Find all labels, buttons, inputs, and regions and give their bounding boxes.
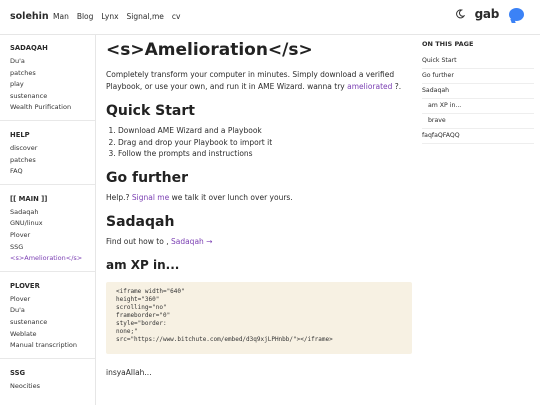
page-title: <s>Amelioration</s> (106, 40, 313, 60)
sidebar-section-main: [[ MAIN ]] Sadaqah GNU/linux Plover SSG … (0, 195, 95, 265)
nav-item-blog[interactable]: Blog (77, 12, 94, 21)
toc-title: ON THIS PAGE (422, 40, 474, 48)
steps-list: Download AME Wizard and a Playbook Drag … (106, 125, 412, 160)
list-item: Follow the prompts and instructions (118, 148, 412, 160)
sidebar-item-faq[interactable]: FAQ (10, 166, 85, 178)
toc-item-sadaqah[interactable]: Sadaqah (422, 84, 534, 99)
main-content: <s>Amelioration</s> Completely transform… (106, 40, 412, 379)
sidebar-section-title: [[ MAIN ]] (10, 194, 48, 203)
sidebar-item-discover[interactable]: discover (10, 143, 85, 155)
sidebar-item-ssg[interactable]: SSG (10, 242, 85, 254)
toc-item-go-further[interactable]: Go further (422, 69, 534, 84)
sidebar-item-gnu-linux[interactable]: GNU/linux (10, 218, 85, 230)
sidebar-item-neocities[interactable]: Neocities (10, 381, 85, 393)
sidebar-item-manual-transcription[interactable]: Manual transcription (10, 340, 85, 352)
sidebar-section-plover: PLOVER Plover Du'a sustenance Weblate Ma… (0, 282, 95, 352)
sidebar-section-title: PLOVER (10, 281, 40, 290)
sidebar-item-dua[interactable]: Du'a (10, 56, 85, 68)
top-nav: Man Blog Lynx Signal,me cv (53, 12, 180, 21)
sadaqah-link[interactable]: Sadaqah → (171, 237, 213, 246)
nav-item-cv[interactable]: cv (172, 12, 181, 21)
ameliorated-link[interactable]: ameliorated (347, 82, 392, 91)
sidebar: SADAQAH Du'a patches play sustenance Wea… (0, 34, 96, 405)
sidebar-item-dua[interactable]: Du'a (10, 305, 85, 317)
sidebar-item-play[interactable]: play (10, 79, 85, 91)
sadaqah-text: Find out how to , (106, 236, 171, 246)
gab-logo[interactable]: gab (475, 7, 500, 21)
sidebar-section-help: HELP discover patches FAQ (0, 131, 95, 178)
quick-start-heading: Quick Start (106, 103, 195, 119)
sadaqah-paragraph: Find out how to , Sadaqah → (106, 236, 412, 248)
go-further-heading: Go further (106, 169, 189, 186)
divider (0, 270, 95, 272)
sidebar-section-sadaqah: SADAQAH Du'a patches play sustenance Wea… (0, 44, 95, 114)
nav-item-signal[interactable]: Signal,me (127, 12, 164, 21)
toc-item-quick-start[interactable]: Quick Start (422, 54, 534, 69)
table-of-contents: ON THIS PAGE Quick Start Go further Sada… (422, 40, 534, 144)
signal-me-link[interactable]: Signal me (132, 193, 169, 202)
top-bar: solehin Man Blog Lynx Signal,me cv gab (0, 0, 540, 35)
code-block: <iframe width="640" height="360" scrolli… (106, 281, 412, 354)
sidebar-item-wealth-purification[interactable]: Wealth Purification (10, 102, 85, 114)
list-item: Download AME Wizard and a Playbook (118, 125, 412, 137)
sadaqah-heading: Sadaqah (106, 213, 175, 230)
sidebar-item-plover[interactable]: Plover (10, 294, 85, 306)
go-further-text-end: we talk it over lunch over yours. (169, 192, 293, 202)
intro-paragraph: Completely transform your computer in mi… (106, 69, 412, 93)
sidebar-item-plover[interactable]: Plover (10, 230, 85, 242)
sidebar-item-weblate[interactable]: Weblate (10, 329, 85, 341)
sidebar-section-ssg: SSG Neocities (0, 369, 95, 393)
go-further-paragraph: Help.? Signal me we talk it over lunch o… (106, 192, 412, 204)
sidebar-item-amelioration[interactable]: <s>Amelioration</s> (10, 253, 85, 265)
divider (0, 119, 95, 121)
intro-text-end: ?. (392, 82, 402, 91)
divider (0, 357, 95, 359)
top-right-actions: gab (455, 7, 524, 21)
toc-item-am-xp[interactable]: am XP in... (422, 99, 534, 114)
list-item: Drag and drop your Playbook to import it (118, 137, 412, 149)
go-further-text: Help.? (106, 192, 132, 202)
sidebar-item-patches[interactable]: patches (10, 68, 85, 80)
sidebar-item-sustenance[interactable]: sustenance (10, 91, 85, 103)
nav-item-lynx[interactable]: Lynx (101, 12, 118, 21)
toc-item-brave[interactable]: brave (422, 114, 534, 129)
toc-item-faq[interactable]: faqfaQFAQQ (422, 129, 534, 144)
sidebar-item-patches[interactable]: patches (10, 155, 85, 167)
nav-item-man[interactable]: Man (53, 12, 69, 21)
footer-text: insyaAllah... (106, 367, 152, 377)
sidebar-item-sadaqah[interactable]: Sadaqah (10, 207, 85, 219)
sidebar-section-title: HELP (10, 130, 30, 139)
am-xp-heading: am XP in... (106, 257, 180, 272)
site-brand[interactable]: solehin (10, 11, 49, 22)
moon-icon[interactable] (455, 9, 465, 19)
sidebar-item-sustenance[interactable]: sustenance (10, 317, 85, 329)
sidebar-section-title: SADAQAH (10, 44, 48, 52)
divider (0, 183, 95, 185)
sidebar-section-title: SSG (10, 368, 26, 377)
chat-icon[interactable] (509, 7, 524, 21)
